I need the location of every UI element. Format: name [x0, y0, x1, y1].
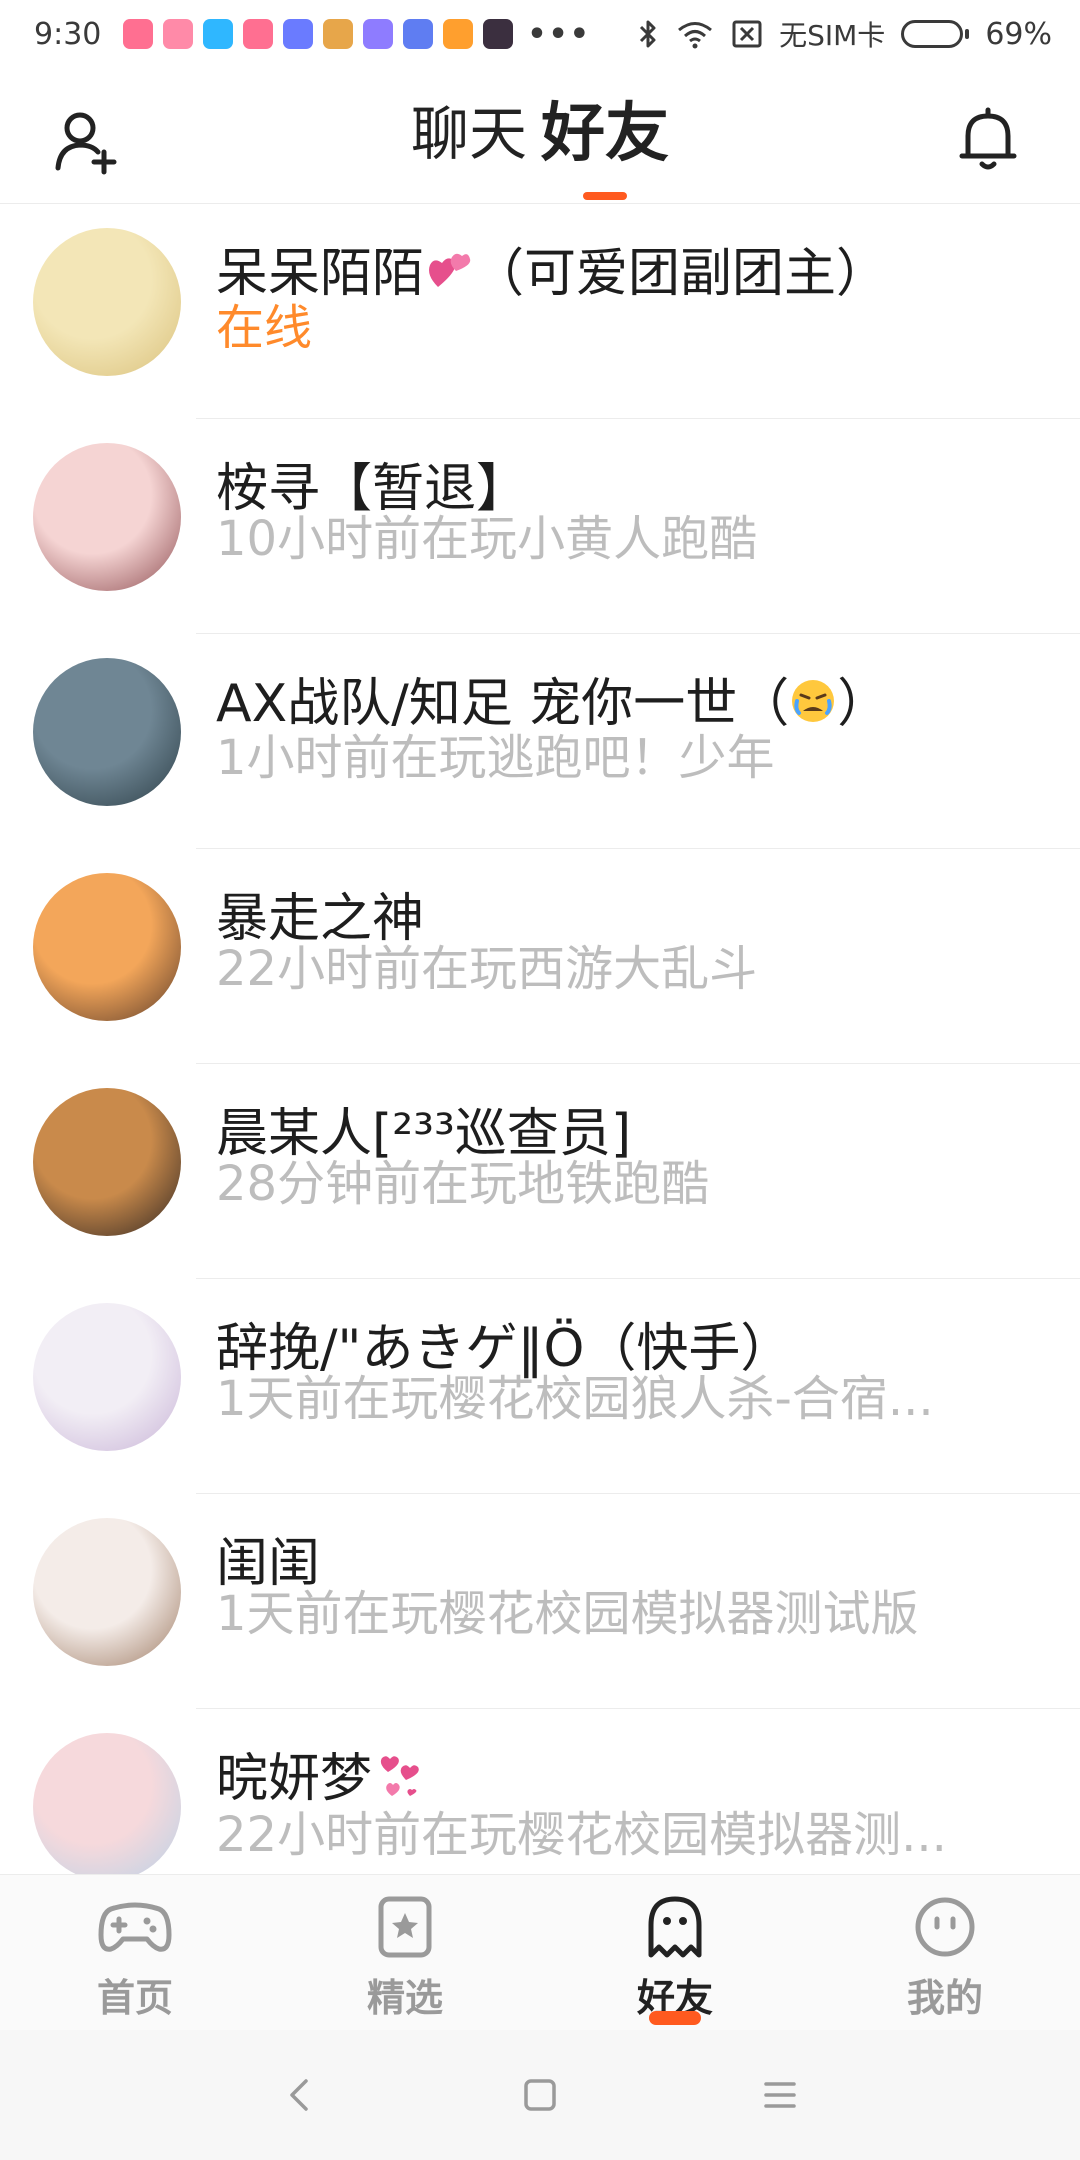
app-notification-icon: [443, 19, 474, 49]
revolving-hearts-emoji-icon: [372, 1750, 424, 1815]
friend-list-item[interactable]: AX战队/知足 宠你一世（ ） 1小时前在玩逃跑吧！少年: [0, 634, 1080, 849]
tab-chat[interactable]: 聊天: [411, 98, 527, 170]
friend-name-text: 晥妍梦: [216, 1749, 373, 1809]
nav-active-indicator: [649, 2011, 701, 2025]
friend-status: 10小时前在玩小黄人跑酷: [216, 513, 758, 565]
two-hearts-emoji-icon: [424, 247, 472, 308]
battery-icon: [901, 20, 970, 48]
ghost-icon: [648, 1896, 702, 1958]
friend-name: 暴走之神: [216, 889, 1040, 949]
friend-name-text: AX战队/知足 宠你一世（: [216, 674, 790, 734]
friend-name: 晨某人[²³³巡查员]: [216, 1104, 1040, 1164]
star-card-icon: [378, 1896, 432, 1958]
tab-active-indicator: [583, 192, 627, 200]
nav-friends[interactable]: 好友: [540, 1875, 810, 2030]
tab-friends[interactable]: 好友: [541, 97, 669, 200]
smiley-face-icon: [915, 1897, 975, 1957]
app-notification-icon: [123, 19, 154, 49]
header-tabs: 聊天 好友: [0, 97, 1080, 200]
app-notification-icon: [163, 19, 194, 49]
friend-status: 1天前在玩樱花校园模拟器测试版: [216, 1588, 919, 1640]
friend-name: 呆呆陌陌 （可爱团副团主）: [216, 244, 1040, 308]
friend-avatar[interactable]: [33, 1088, 181, 1236]
nav-featured[interactable]: 精选: [270, 1875, 540, 2030]
nav-home[interactable]: 首页: [0, 1875, 270, 2030]
friend-name-text: 桉寻【暂退】: [216, 459, 529, 519]
friend-avatar[interactable]: [33, 443, 181, 591]
header: 聊天 好友: [0, 68, 1080, 204]
wifi-icon: [678, 22, 713, 49]
friend-name-text: 辞挽/"あきゲ‖Ö（快手）: [216, 1319, 793, 1379]
battery-percent: 69%: [985, 16, 1052, 52]
tab-friends-label: 好友: [541, 97, 669, 171]
app-notification-icon: [403, 19, 434, 49]
notification-button[interactable]: [952, 102, 1024, 174]
gamepad-icon: [98, 1902, 172, 1952]
back-chevron-icon[interactable]: [280, 2075, 320, 2115]
friend-list-item[interactable]: 桉寻【暂退】 10小时前在玩小黄人跑酷: [0, 419, 1080, 634]
friend-avatar[interactable]: [33, 658, 181, 806]
friend-status: 28分钟前在玩地铁跑酷: [216, 1158, 710, 1210]
system-nav-bar: [0, 2030, 1080, 2160]
status-bar: 9:30 ••• 无SIM卡 69%: [0, 0, 1080, 68]
friend-name-suffix: （可爱团副团主）: [472, 244, 889, 304]
app-notification-icon: [283, 19, 314, 49]
friend-avatar[interactable]: [33, 1303, 181, 1451]
app-notification-icon: [243, 19, 274, 49]
friend-status: 在线: [216, 301, 313, 354]
status-time: 9:30: [34, 16, 102, 52]
bell-icon: [959, 107, 1017, 170]
app-notification-icon: [483, 19, 514, 49]
friend-avatar[interactable]: [33, 1733, 181, 1874]
app-notification-icon: [363, 19, 394, 49]
app-notification-icon: [323, 19, 354, 49]
friend-name-suffix: ）: [837, 674, 890, 734]
friend-list-item[interactable]: 晨某人[²³³巡查员] 28分钟前在玩地铁跑酷: [0, 1064, 1080, 1279]
nav-home-label: 首页: [96, 1976, 173, 2020]
notification-app-icons: •••: [123, 17, 591, 52]
crying-face-emoji-icon: [789, 677, 837, 738]
bottom-nav: 首页 精选 好友 我的: [0, 1874, 1080, 2030]
friend-name: 辞挽/"あきゲ‖Ö（快手）: [216, 1319, 1040, 1379]
friend-status: 1小时前在玩逃跑吧！少年: [216, 731, 775, 784]
nav-featured-label: 精选: [366, 1976, 443, 2020]
friend-name: 桉寻【暂退】: [216, 459, 1040, 519]
friend-status: 1天前在玩樱花校园狼人杀-合宿...: [216, 1373, 934, 1425]
friend-avatar[interactable]: [33, 228, 181, 376]
app-notification-icon: [203, 19, 234, 49]
friend-status: 22小时前在玩西游大乱斗: [216, 943, 758, 995]
friend-name-text: 暴走之神: [216, 889, 425, 949]
bluetooth-icon: [640, 20, 656, 48]
friend-name-text: 晨某人[²³³巡查员]: [216, 1104, 632, 1164]
sim-status-text: 无SIM卡: [779, 19, 886, 52]
home-square-icon[interactable]: [520, 2075, 560, 2115]
friend-name: AX战队/知足 宠你一世（ ）: [216, 674, 1040, 738]
friend-name: 闺闺: [216, 1534, 1040, 1594]
more-notifications-icon: •••: [527, 16, 591, 52]
friend-list-item[interactable]: 晥妍梦 22小时前在玩樱花校园模拟器测...: [0, 1709, 1080, 1874]
friend-list[interactable]: 呆呆陌陌 （可爱团副团主） 在线 桉寻【暂退】 10小时前在玩小黄人跑酷 AX战队/知足 …: [0, 204, 1080, 1874]
nav-profile-label: 我的: [906, 1976, 983, 2020]
no-sim-icon: [732, 20, 762, 48]
nav-profile[interactable]: 我的: [810, 1875, 1080, 2030]
friend-name: 晥妍梦: [216, 1749, 1040, 1815]
friend-list-item[interactable]: 暴走之神 22小时前在玩西游大乱斗: [0, 849, 1080, 1064]
friend-list-item[interactable]: 闺闺 1天前在玩樱花校园模拟器测试版: [0, 1494, 1080, 1709]
friend-list-item[interactable]: 呆呆陌陌 （可爱团副团主） 在线: [0, 204, 1080, 419]
friend-status: 22小时前在玩樱花校园模拟器测...: [216, 1808, 947, 1861]
friend-name-text: 呆呆陌陌: [216, 244, 425, 304]
friend-avatar[interactable]: [33, 873, 181, 1021]
menu-lines-icon[interactable]: [760, 2075, 800, 2115]
friend-list-item[interactable]: 辞挽/"あきゲ‖Ö（快手） 1天前在玩樱花校园狼人杀-合宿...: [0, 1279, 1080, 1494]
friend-name-text: 闺闺: [216, 1534, 321, 1594]
friend-avatar[interactable]: [33, 1518, 181, 1666]
